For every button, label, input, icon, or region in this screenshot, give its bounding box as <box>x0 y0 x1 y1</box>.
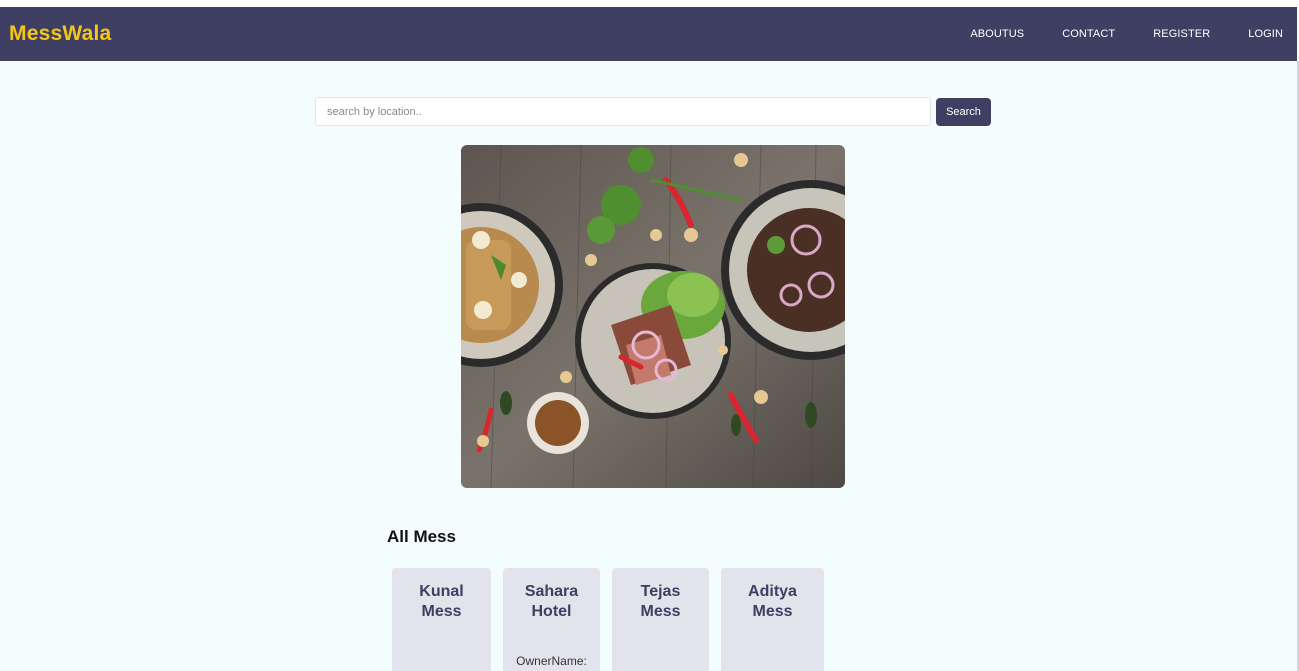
hero-food-image <box>461 145 845 488</box>
section-title: All Mess <box>387 527 456 546</box>
mess-card-kunal[interactable]: Kunal Mess <box>392 568 491 671</box>
nav-link-contact[interactable]: CONTACT <box>1062 28 1115 40</box>
mess-card-sahara[interactable]: Sahara Hotel OwnerName: <box>503 568 600 671</box>
nav-link-login[interactable]: LOGIN <box>1248 28 1283 40</box>
brand-logo[interactable]: MessWala <box>9 22 111 46</box>
mess-card-aditya[interactable]: Aditya Mess <box>721 568 824 671</box>
nav-link-aboutus[interactable]: ABOUTUS <box>970 28 1024 40</box>
window-top-strip <box>0 0 1299 7</box>
mess-card-title: Aditya Mess <box>748 583 797 620</box>
mess-card-tejas[interactable]: Tejas Mess <box>612 568 709 671</box>
mess-card-title: Kunal Mess <box>419 583 464 620</box>
nav-link-register[interactable]: REGISTER <box>1153 28 1210 40</box>
mess-card-title: Tejas Mess <box>640 583 681 620</box>
mess-card-title: Sahara Hotel <box>524 583 579 620</box>
search-bar: Search <box>315 97 991 126</box>
search-input[interactable] <box>315 97 931 126</box>
nav-links: ABOUTUS CONTACT REGISTER LOGIN <box>932 28 1283 40</box>
mess-card-owner: OwnerName: <box>516 654 587 668</box>
search-button[interactable]: Search <box>936 97 991 126</box>
navbar: MessWala ABOUTUS CONTACT REGISTER LOGIN <box>0 7 1297 61</box>
